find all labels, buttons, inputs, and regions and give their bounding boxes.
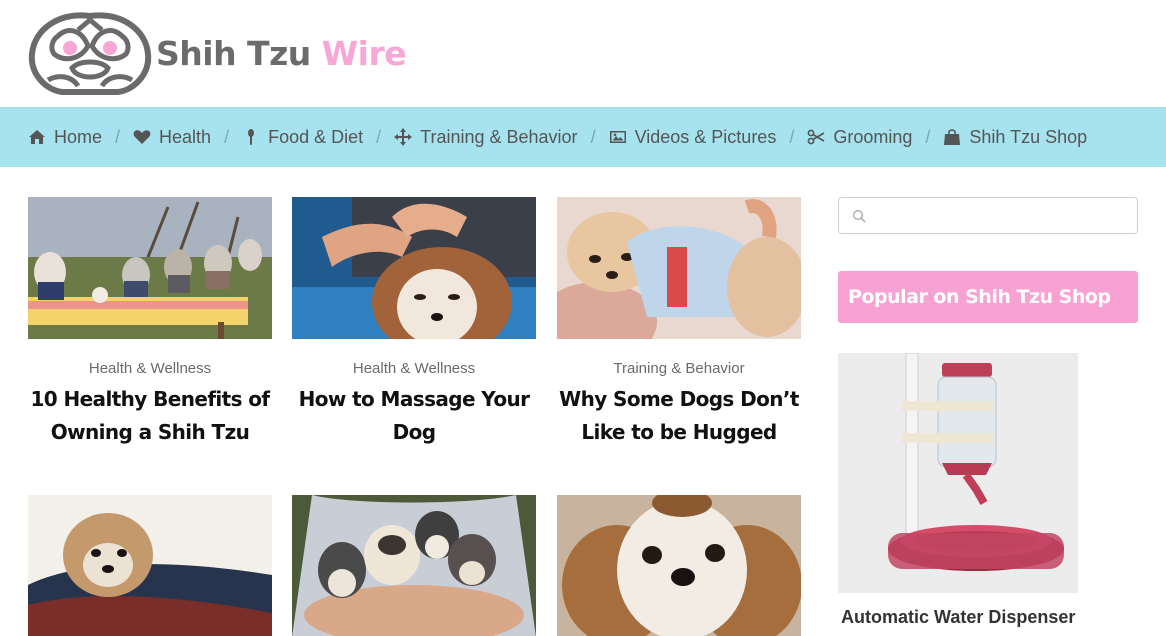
heart-icon bbox=[133, 130, 151, 144]
nav-item-videos-pictures[interactable]: Videos & Pictures bbox=[609, 126, 777, 148]
spoon-icon bbox=[248, 129, 255, 145]
post-title[interactable]: 10 Healthy Benefits of Owning a Shih Tzu bbox=[28, 383, 272, 449]
nav-item-label: Grooming bbox=[833, 126, 913, 147]
nav-item-label: Videos & Pictures bbox=[634, 126, 777, 147]
post-card bbox=[28, 495, 272, 636]
dogs-on-bench-photo bbox=[28, 197, 272, 339]
post-thumbnail[interactable] bbox=[292, 197, 536, 339]
nav-item-training-behavior[interactable]: Training & Behavior bbox=[394, 126, 578, 148]
post-category[interactable]: Health & Wellness bbox=[292, 360, 536, 377]
post-card: Training & Behavior Why Some Dogs Don’t … bbox=[557, 197, 801, 449]
nav-item-grooming[interactable]: Grooming bbox=[807, 127, 912, 148]
nav-separator: / bbox=[115, 126, 121, 147]
nav-item-label: Food & Diet bbox=[268, 126, 364, 147]
main-navigation: Home / Health / Food & Diet / Training &… bbox=[0, 107, 1166, 167]
nav-separator: / bbox=[925, 126, 931, 147]
dog-in-blanket-photo bbox=[28, 495, 272, 636]
dog-hugged-photo bbox=[557, 197, 801, 339]
post-thumbnail[interactable] bbox=[28, 495, 272, 636]
move-icon bbox=[394, 128, 413, 146]
search-icon[interactable] bbox=[852, 209, 866, 223]
post-card: Health & Wellness How to Massage Your Do… bbox=[292, 197, 536, 449]
popular-shop-heading: Popular on Shih Tzu Shop bbox=[838, 271, 1138, 323]
search-input[interactable] bbox=[873, 204, 1129, 228]
product-name[interactable]: Automatic Water Dispenser bbox=[841, 607, 1075, 628]
post-thumbnail[interactable] bbox=[557, 197, 801, 339]
nav-item-shih-tzu-shop[interactable]: Shih Tzu Shop bbox=[943, 127, 1087, 148]
nav-item-label: Shih Tzu Shop bbox=[969, 126, 1088, 147]
site-title: Shih Tzu Wire bbox=[156, 33, 407, 73]
post-card: Health & Wellness 10 Healthy Benefits of… bbox=[28, 197, 272, 449]
nav-separator: / bbox=[590, 126, 596, 147]
site-title-part1: Shih Tzu bbox=[156, 33, 311, 73]
post-thumbnail[interactable] bbox=[292, 495, 536, 636]
post-title[interactable]: How to Massage Your Dog bbox=[292, 383, 536, 449]
shopping-bag-icon bbox=[944, 129, 961, 145]
post-thumbnail[interactable] bbox=[557, 495, 801, 636]
post-category[interactable]: Health & Wellness bbox=[28, 360, 272, 377]
nav-item-home[interactable]: Home bbox=[28, 127, 102, 148]
post-card bbox=[292, 495, 536, 636]
search-box bbox=[838, 197, 1138, 234]
shih-tzu-logo-icon bbox=[28, 12, 152, 95]
product-image[interactable] bbox=[838, 353, 1078, 593]
nav-separator: / bbox=[376, 126, 382, 147]
nav-item-label: Training & Behavior bbox=[420, 126, 578, 147]
nav-separator: / bbox=[789, 126, 795, 147]
nav-item-label: Health bbox=[159, 126, 212, 147]
water-dispenser-photo bbox=[838, 353, 1078, 593]
post-card bbox=[557, 495, 801, 636]
puppies-in-arms-photo bbox=[292, 495, 536, 636]
scissors-icon bbox=[807, 129, 825, 145]
post-category[interactable]: Training & Behavior bbox=[557, 360, 801, 377]
nav-item-label: Home bbox=[54, 126, 103, 147]
post-thumbnail[interactable] bbox=[28, 197, 272, 339]
home-icon bbox=[29, 130, 45, 144]
picture-icon bbox=[609, 131, 626, 143]
dog-closeup-photo bbox=[557, 495, 801, 636]
site-logo[interactable]: Shih Tzu Wire bbox=[28, 10, 407, 96]
nav-item-health[interactable]: Health bbox=[133, 127, 211, 148]
post-title[interactable]: Why Some Dogs Don’t Like to be Hugged bbox=[557, 383, 801, 449]
nav-item-food-diet[interactable]: Food & Diet bbox=[242, 127, 363, 148]
site-header: Shih Tzu Wire bbox=[0, 0, 1166, 107]
dog-massage-photo bbox=[292, 197, 536, 339]
site-title-part2: Wire bbox=[321, 33, 407, 73]
nav-separator: / bbox=[224, 126, 230, 147]
